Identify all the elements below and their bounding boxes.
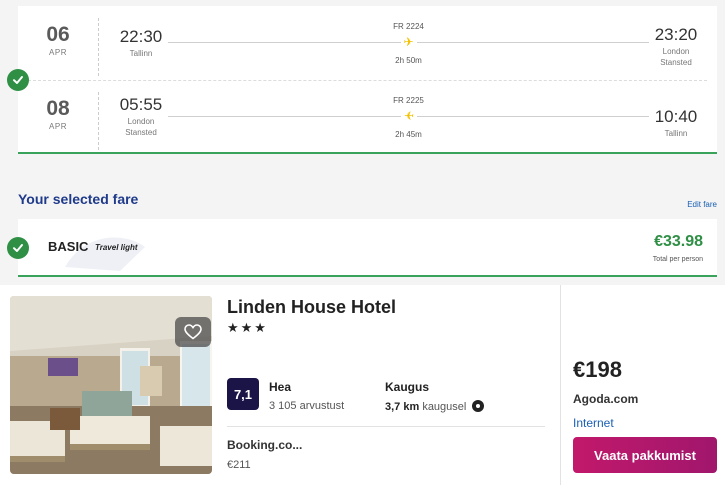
leg-separator [28,80,707,81]
selected-fare-card: BASIC Travel light €33.98 Total per pers… [18,219,717,277]
amenity-internet: Internet [573,416,614,430]
fare-price: €33.98 [654,233,703,250]
alternative-price[interactable]: €211 [227,459,251,471]
flight-duration: 2h 50m [395,56,422,65]
date-divider [98,18,99,76]
review-score-label: Hea [269,380,292,394]
fare-selected-check-icon [7,237,29,259]
outbound-month: APR [49,48,67,57]
arrival-time: 23:20 [654,25,698,44]
return-month: APR [49,122,67,131]
hotel-name[interactable]: Linden House Hotel [227,297,396,318]
return-leg: 08 APR 05:55 London Stansted FR 2225 ✈ 2… [18,88,717,156]
flight-number: FR 2225 [393,96,424,105]
outbound-departure: 22:30 Tallinn [106,26,176,59]
alternative-provider[interactable]: Booking.co... [227,438,302,452]
departure-time: 22:30 [119,27,163,46]
return-day: 08 [46,97,70,120]
outbound-leg: 06 APR 22:30 Tallinn FR 2224 ✈ 2h 50m 23… [18,14,717,82]
heart-icon [184,324,202,340]
fare-subtitle: Travel light [95,243,138,252]
distance-value: 3,7 km kaugusel [385,400,485,413]
view-deal-button[interactable]: Vaata pakkumist [573,437,717,473]
outbound-route: FR 2224 ✈ 2h 50m [168,14,649,74]
return-date: 08 APR [30,96,86,131]
airplane-icon: ✈ [400,109,417,123]
flight-duration: 2h 45m [395,130,422,139]
hotel-star-rating: ★★★ [227,320,268,335]
arrival-time: 10:40 [654,107,698,126]
divider [227,426,545,427]
best-price-provider: Agoda.com [573,392,639,406]
flight-itinerary-card: 06 APR 22:30 Tallinn FR 2224 ✈ 2h 50m 23… [18,6,717,154]
review-count: 3 105 arvustust [269,400,345,412]
departure-time: 05:55 [119,95,163,114]
location-pin-icon[interactable] [472,400,485,412]
distance-label: Kaugus [385,380,430,394]
price-column-divider [560,285,561,485]
distance-suffix: kaugusel [422,401,467,413]
outbound-arrival: 23:20 London Stansted [641,24,711,68]
departure-city: London Stansted [125,117,157,137]
edit-fare-link[interactable]: Edit fare [687,200,717,209]
review-score-badge: 7,1 [227,378,259,410]
flights-selected-check-icon [7,69,29,91]
arrival-city: London Stansted [660,47,692,67]
fare-price-note: Total per person [652,256,703,263]
distance-amount: 3,7 km [385,401,420,413]
arrival-city: Tallinn [664,129,688,138]
return-departure: 05:55 London Stansted [106,94,176,138]
hotel-photo[interactable] [10,296,212,474]
departure-city: Tallinn [129,49,153,58]
outbound-date: 06 APR [30,22,86,57]
selected-fare-heading: Your selected fare [18,191,139,207]
save-favorite-button[interactable] [175,317,211,347]
fare-name: BASIC [48,239,89,254]
return-arrival: 10:40 Tallinn [641,106,711,139]
best-price: €198 [573,357,622,382]
flight-number: FR 2224 [393,22,424,31]
hotel-listing-card[interactable]: Linden House Hotel ★★★ 7,1 Hea 3 105 arv… [0,285,725,485]
date-divider [98,92,99,150]
return-route: FR 2225 ✈ 2h 45m [168,88,649,148]
airplane-icon: ✈ [400,35,417,49]
outbound-day: 06 [46,23,70,46]
